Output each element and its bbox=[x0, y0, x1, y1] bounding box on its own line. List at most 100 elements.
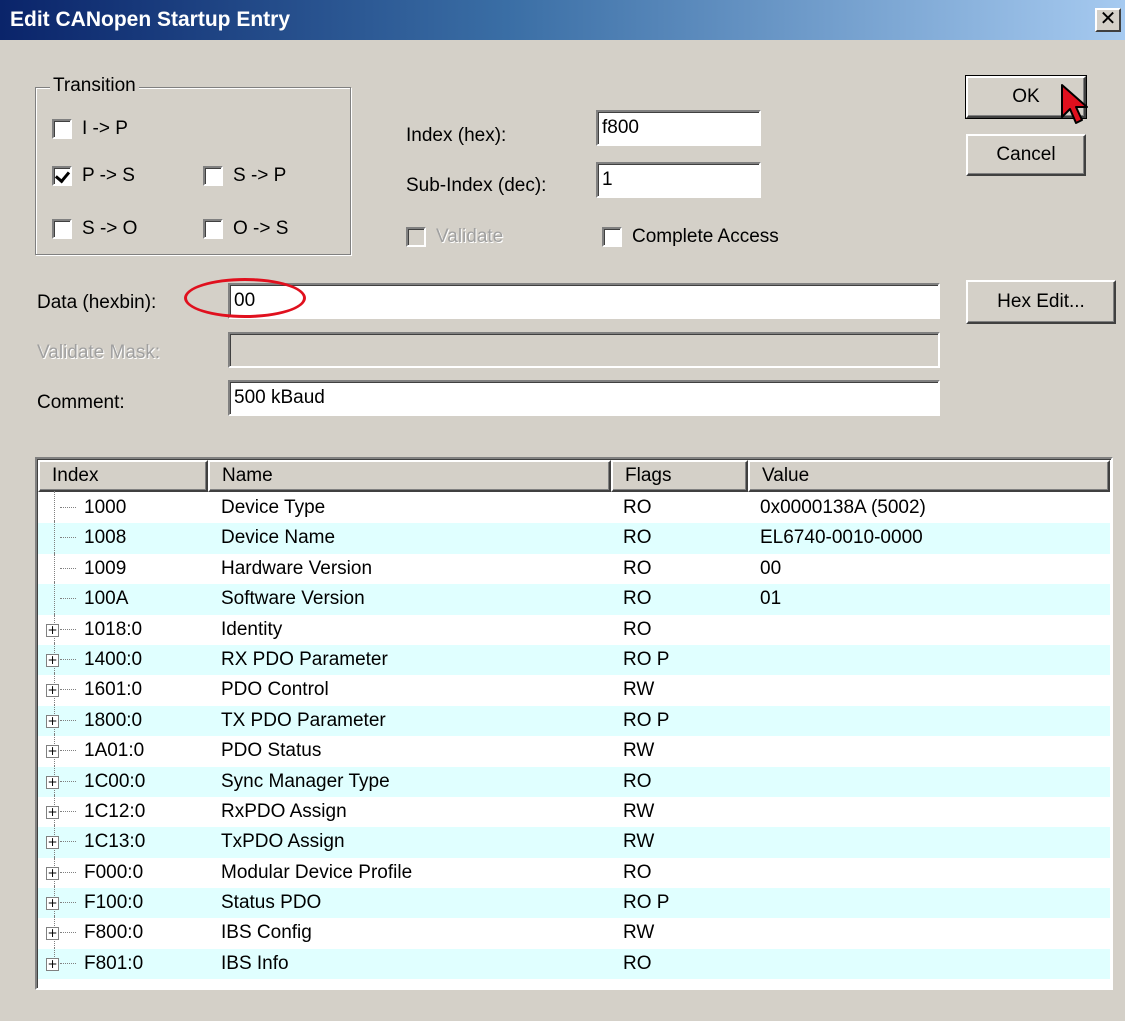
expand-icon[interactable]: + bbox=[46, 957, 59, 971]
comment-label: Comment: bbox=[37, 392, 125, 413]
table-row[interactable]: 1008 Device Name RO EL6740-0010-0000 bbox=[38, 521, 1110, 556]
cell-index: 1C12:0 bbox=[84, 800, 146, 822]
data-label: Data (hexbin): bbox=[37, 292, 157, 313]
tree-line bbox=[60, 780, 76, 782]
tree-line bbox=[60, 962, 76, 964]
transition-s-o-checkbox[interactable]: S -> O bbox=[52, 218, 137, 240]
expand-icon[interactable]: + bbox=[46, 775, 59, 789]
checkbox-box[interactable] bbox=[406, 227, 426, 247]
cell-name: Sync Manager Type bbox=[221, 770, 390, 792]
cell-value: 01 bbox=[760, 588, 782, 610]
index-label: Index (hex): bbox=[406, 125, 507, 146]
tree-line bbox=[60, 902, 76, 904]
expand-icon[interactable]: + bbox=[46, 927, 59, 941]
expand-icon[interactable]: + bbox=[46, 836, 59, 850]
table-row[interactable]: 1000 Device Type RO 0x0000138A (5002) bbox=[38, 491, 1110, 525]
table-row[interactable]: +1018:0 Identity RO bbox=[38, 612, 1110, 647]
tree-line bbox=[54, 551, 55, 586]
cell-index: 1800:0 bbox=[84, 709, 143, 731]
cell-index: 1400:0 bbox=[84, 648, 143, 670]
expand-icon[interactable]: + bbox=[46, 714, 59, 728]
table-row[interactable]: +1800:0 TX PDO Parameter RO P bbox=[38, 703, 1110, 738]
expand-icon[interactable]: + bbox=[46, 653, 59, 667]
table-row[interactable]: + F000:0 Modular Device Profile RO bbox=[38, 855, 1110, 890]
table-row[interactable]: +1601:0 PDO Control RW bbox=[38, 673, 1110, 708]
cell-flags: RW bbox=[623, 922, 655, 944]
checkbox-box[interactable] bbox=[203, 166, 223, 186]
hex-edit-button[interactable]: Hex Edit... bbox=[966, 280, 1116, 324]
close-icon[interactable]: ✕ bbox=[1095, 8, 1121, 32]
table-row[interactable]: +1C13:0 TxPDO Assign RW bbox=[38, 825, 1110, 860]
subindex-field[interactable]: 1 bbox=[596, 162, 761, 198]
object-list[interactable]: Index Name Flags Value 1000 Device Type RO… bbox=[35, 457, 1113, 990]
window-title: Edit CANopen Startup Entry bbox=[10, 8, 291, 31]
checkbox-box[interactable] bbox=[52, 166, 72, 186]
cell-index: 1C00:0 bbox=[84, 770, 146, 792]
validate-checkbox[interactable]: Validate bbox=[406, 226, 503, 248]
data-field[interactable]: 00 bbox=[228, 283, 940, 319]
cell-name: IBS Info bbox=[221, 952, 289, 974]
transition-i-p-checkbox[interactable]: I -> P bbox=[52, 118, 128, 140]
column-header-index[interactable]: Index bbox=[38, 460, 208, 492]
table-row[interactable]: + F800:0 IBS Config RW bbox=[38, 916, 1110, 951]
table-row[interactable]: 100A Software Version RO 01 bbox=[38, 582, 1110, 617]
cell-value: EL6740-0010-0000 bbox=[760, 527, 923, 549]
table-row[interactable]: +1C12:0 RxPDO Assign RW bbox=[38, 794, 1110, 829]
tree-line bbox=[60, 628, 76, 630]
cell-name: PDO Control bbox=[221, 679, 329, 701]
expand-icon[interactable]: + bbox=[46, 745, 59, 759]
title-bar: Edit CANopen Startup Entry ✕ bbox=[0, 0, 1125, 40]
checkbox-box[interactable] bbox=[602, 227, 622, 247]
cell-name: Device Type bbox=[221, 497, 326, 518]
transition-s-p-checkbox[interactable]: S -> P bbox=[203, 165, 286, 187]
cell-flags: RO P bbox=[623, 892, 670, 914]
expand-icon[interactable]: + bbox=[46, 623, 59, 637]
transition-p-s-checkbox[interactable]: P -> S bbox=[52, 165, 135, 187]
tree-line bbox=[60, 689, 76, 691]
cell-index: F800:0 bbox=[84, 922, 144, 944]
checkbox-box[interactable] bbox=[52, 219, 72, 239]
table-row[interactable]: +1A01:0 PDO Status RW bbox=[38, 734, 1110, 769]
checkbox-label: I -> P bbox=[82, 118, 128, 139]
cell-flags: RO bbox=[623, 861, 652, 883]
checkbox-box[interactable] bbox=[203, 219, 223, 239]
checkbox-label: O -> S bbox=[233, 218, 289, 239]
cell-index: 1000 bbox=[84, 497, 127, 518]
table-row[interactable]: + F801:0 IBS Info RO bbox=[38, 946, 1110, 980]
list-body: 1000 Device Type RO 0x0000138A (5002) 1008 De… bbox=[38, 491, 1110, 980]
cell-flags: RW bbox=[623, 831, 655, 853]
transition-o-s-checkbox[interactable]: O -> S bbox=[203, 218, 288, 240]
cell-index: 1C13:0 bbox=[84, 831, 146, 853]
cell-flags: RO P bbox=[623, 709, 670, 731]
table-row[interactable]: 1009 Hardware Version RO 00 bbox=[38, 551, 1110, 586]
tree-line bbox=[54, 582, 55, 617]
cell-flags: RW bbox=[623, 740, 655, 762]
complete-access-checkbox[interactable]: Complete Access bbox=[602, 226, 779, 248]
expand-icon[interactable]: + bbox=[46, 897, 59, 911]
expand-icon[interactable]: + bbox=[46, 805, 59, 819]
cell-flags: RW bbox=[623, 800, 655, 822]
table-row[interactable]: + F100:0 Status PDO RO P bbox=[38, 886, 1110, 921]
expand-icon[interactable]: + bbox=[46, 684, 59, 698]
column-header-value[interactable]: Value bbox=[748, 460, 1110, 492]
checkbox-label: Validate bbox=[436, 226, 504, 247]
tree-line bbox=[54, 521, 55, 556]
cell-flags: RO bbox=[623, 588, 652, 610]
cell-name: RxPDO Assign bbox=[221, 800, 347, 822]
checkbox-label: S -> P bbox=[233, 165, 287, 186]
expand-icon[interactable]: + bbox=[46, 866, 59, 880]
cancel-button[interactable]: Cancel bbox=[966, 134, 1086, 176]
cell-flags: RO bbox=[623, 770, 652, 792]
comment-field[interactable]: 500 kBaud bbox=[228, 380, 940, 416]
column-header-flags[interactable]: Flags bbox=[611, 460, 748, 492]
annotation-ellipse bbox=[184, 278, 306, 318]
table-row[interactable]: +1C00:0 Sync Manager Type RO bbox=[38, 764, 1110, 799]
checkbox-box[interactable] bbox=[52, 119, 72, 139]
tree-line bbox=[60, 567, 76, 569]
tree-line bbox=[60, 871, 76, 873]
index-field[interactable]: f800 bbox=[596, 110, 761, 146]
table-row[interactable]: +1400:0 RX PDO Parameter RO P bbox=[38, 642, 1110, 677]
cell-index: F100:0 bbox=[84, 892, 144, 914]
column-header-name[interactable]: Name bbox=[208, 460, 611, 492]
validate-mask-label: Validate Mask: bbox=[37, 342, 161, 363]
